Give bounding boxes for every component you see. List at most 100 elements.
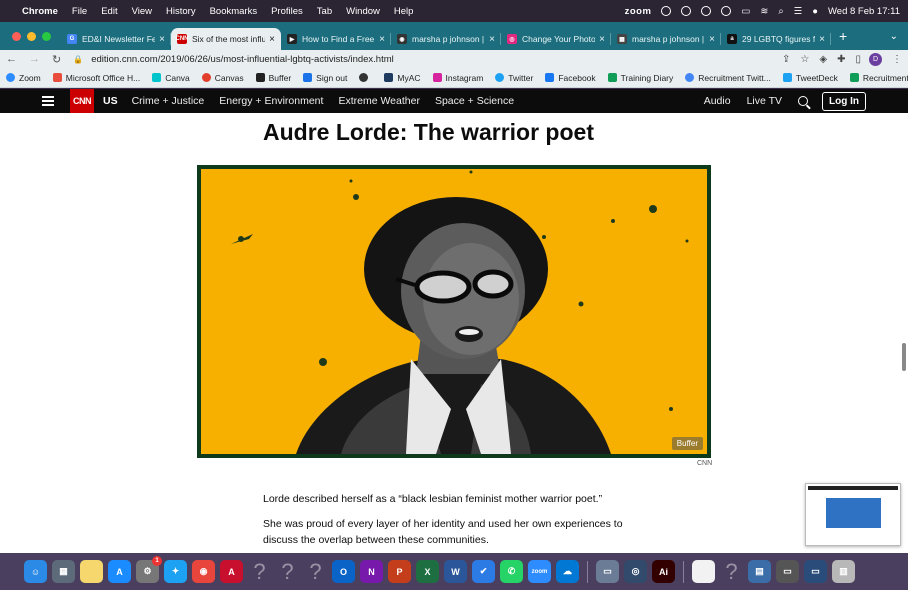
forward-icon[interactable]: →: [29, 53, 40, 65]
powerpoint-icon[interactable]: P: [388, 560, 411, 583]
lock-icon[interactable]: 🔒: [73, 55, 83, 64]
back-icon[interactable]: ←: [6, 53, 17, 65]
browser-tab[interactable]: a 29 LGBTQ figures fro ×: [721, 28, 831, 50]
zoom-window-button[interactable]: [42, 31, 51, 41]
bookmark-item[interactable]: Instagram: [432, 73, 483, 83]
hamburger-menu-icon[interactable]: [42, 94, 54, 109]
menu-view[interactable]: View: [132, 6, 152, 17]
menu-help[interactable]: Help: [394, 6, 414, 17]
proxyman-icon[interactable]: ◎: [624, 560, 647, 583]
menu-profiles[interactable]: Profiles: [271, 6, 303, 17]
word-icon[interactable]: W: [444, 560, 467, 583]
system-settings-icon[interactable]: ⚙ 1: [136, 556, 162, 583]
zoom-status[interactable]: zoom: [625, 6, 652, 17]
bookmark-star-icon[interactable]: ☆: [800, 54, 809, 65]
cnn-logo[interactable]: CNN: [70, 89, 94, 113]
twitter-icon[interactable]: ✦: [164, 560, 187, 583]
browser-tab[interactable]: ▶ How to Find a Free C ×: [281, 28, 391, 50]
extensions-icon[interactable]: ✚: [837, 54, 845, 65]
browser-tab[interactable]: G ED&I Newsletter Febr×: [61, 28, 171, 50]
bookmark-item[interactable]: Microsoft Office H...: [52, 73, 140, 83]
edition-label[interactable]: US: [103, 95, 118, 107]
window-icon[interactable]: ▭: [804, 560, 827, 583]
bookmark-item[interactable]: Sign out: [303, 73, 347, 83]
screen-share-icon[interactable]: [661, 6, 672, 16]
browser-tab[interactable]: ◎ Change Your Photo's ×: [501, 28, 611, 50]
bookmark-item[interactable]: Canvas: [201, 73, 244, 83]
url-text[interactable]: edition.cnn.com/2019/06/26/us/most-influ…: [91, 54, 394, 65]
nav-space-science[interactable]: Space + Science: [435, 95, 514, 107]
onenote-icon[interactable]: N: [360, 560, 383, 583]
login-button[interactable]: Log In: [822, 91, 866, 111]
browser-tab[interactable]: ▦ marsha p johnson | C ×: [611, 28, 721, 50]
document-icon[interactable]: [692, 560, 715, 583]
browser-tab[interactable]: CNN Six of the most influe ×: [171, 28, 281, 50]
layers-extension-icon[interactable]: ◈: [819, 54, 827, 65]
tab-close-icon[interactable]: ×: [709, 34, 715, 45]
reload-icon[interactable]: ↻: [52, 53, 61, 66]
menu-tab[interactable]: Tab: [317, 6, 332, 17]
bookmark-item[interactable]: Recruitment Vaca...: [849, 73, 908, 83]
clock[interactable]: Wed 8 Feb 17:11: [828, 6, 900, 17]
tab-close-icon[interactable]: ×: [159, 34, 165, 45]
tab-close-icon[interactable]: ×: [599, 34, 605, 45]
siri-icon[interactable]: ●: [812, 6, 818, 17]
bookmark-item[interactable]: Buffer: [255, 73, 291, 83]
bookmark-item[interactable]: Zoom: [6, 73, 41, 83]
creative-cloud-icon[interactable]: [681, 6, 692, 16]
tab-close-icon[interactable]: ×: [379, 34, 385, 45]
nav-extreme-weather[interactable]: Extreme Weather: [338, 95, 420, 107]
preview-icon[interactable]: ▭: [596, 560, 619, 583]
menu-file[interactable]: File: [72, 6, 87, 17]
search-icon[interactable]: [798, 96, 808, 106]
tab-close-icon[interactable]: ×: [819, 34, 825, 45]
close-window-button[interactable]: [12, 31, 21, 41]
menu-edit[interactable]: Edit: [101, 6, 117, 17]
placeholder-icon[interactable]: ?: [304, 559, 327, 584]
bookmark-item[interactable]: [359, 73, 372, 82]
menu-window[interactable]: Window: [346, 6, 380, 17]
bookmark-item[interactable]: TweetDeck: [782, 73, 838, 83]
vpn-icon[interactable]: [701, 6, 712, 16]
notes-icon[interactable]: [80, 560, 103, 583]
finder-icon[interactable]: ☺: [24, 560, 47, 583]
screenshot-icon[interactable]: ▭: [776, 560, 799, 583]
wifi-icon[interactable]: ≋: [760, 6, 768, 17]
onedrive-icon[interactable]: ☁: [556, 560, 579, 583]
buffer-share-overlay[interactable]: Buffer: [671, 437, 703, 450]
page-scrollbar-thumb[interactable]: [902, 343, 906, 371]
zoom-icon[interactable]: zoom: [528, 560, 551, 583]
profile-avatar[interactable]: D: [869, 52, 882, 66]
side-panel-icon[interactable]: ▯: [855, 54, 861, 65]
acrobat-icon[interactable]: A: [220, 560, 243, 583]
bookmark-item[interactable]: Recruitment Twitt...: [685, 73, 771, 83]
illustrator-icon[interactable]: Ai: [652, 560, 675, 583]
placeholder-icon[interactable]: ?: [276, 559, 299, 584]
tasks-icon[interactable]: ✔: [472, 560, 495, 583]
tab-close-icon[interactable]: ×: [269, 34, 275, 45]
menu-history[interactable]: History: [166, 6, 196, 17]
share-icon[interactable]: ⇪: [782, 54, 790, 65]
bookmark-item[interactable]: Training Diary: [607, 73, 673, 83]
downloads-icon[interactable]: ▤: [748, 560, 771, 583]
excel-icon[interactable]: X: [416, 560, 439, 583]
control-center-icon[interactable]: ☰: [794, 6, 803, 17]
tab-close-icon[interactable]: ×: [489, 34, 495, 45]
outlook-icon[interactable]: O: [332, 560, 355, 583]
nav-live-tv[interactable]: Live TV: [747, 95, 782, 107]
nav-crime-justice[interactable]: Crime + Justice: [132, 95, 205, 107]
placeholder-icon[interactable]: ?: [720, 559, 743, 584]
floating-video-preview[interactable]: [805, 483, 901, 546]
minimize-window-button[interactable]: [27, 31, 36, 41]
trash-icon[interactable]: ▥: [832, 560, 855, 583]
battery-icon[interactable]: ▭: [741, 6, 750, 17]
launchpad-icon[interactable]: ▦: [52, 560, 75, 583]
spotlight-icon[interactable]: ⌕: [778, 6, 783, 17]
bookmark-item[interactable]: MyAC: [384, 73, 421, 83]
tab-search-icon[interactable]: ⌄: [890, 31, 898, 42]
browser-tab[interactable]: ◉ marsha p johnson | D ×: [391, 28, 501, 50]
menu-bookmarks[interactable]: Bookmarks: [210, 6, 258, 17]
app-menu[interactable]: Chrome: [22, 6, 58, 17]
sync-icon[interactable]: [721, 6, 732, 16]
nav-audio[interactable]: Audio: [704, 95, 731, 107]
